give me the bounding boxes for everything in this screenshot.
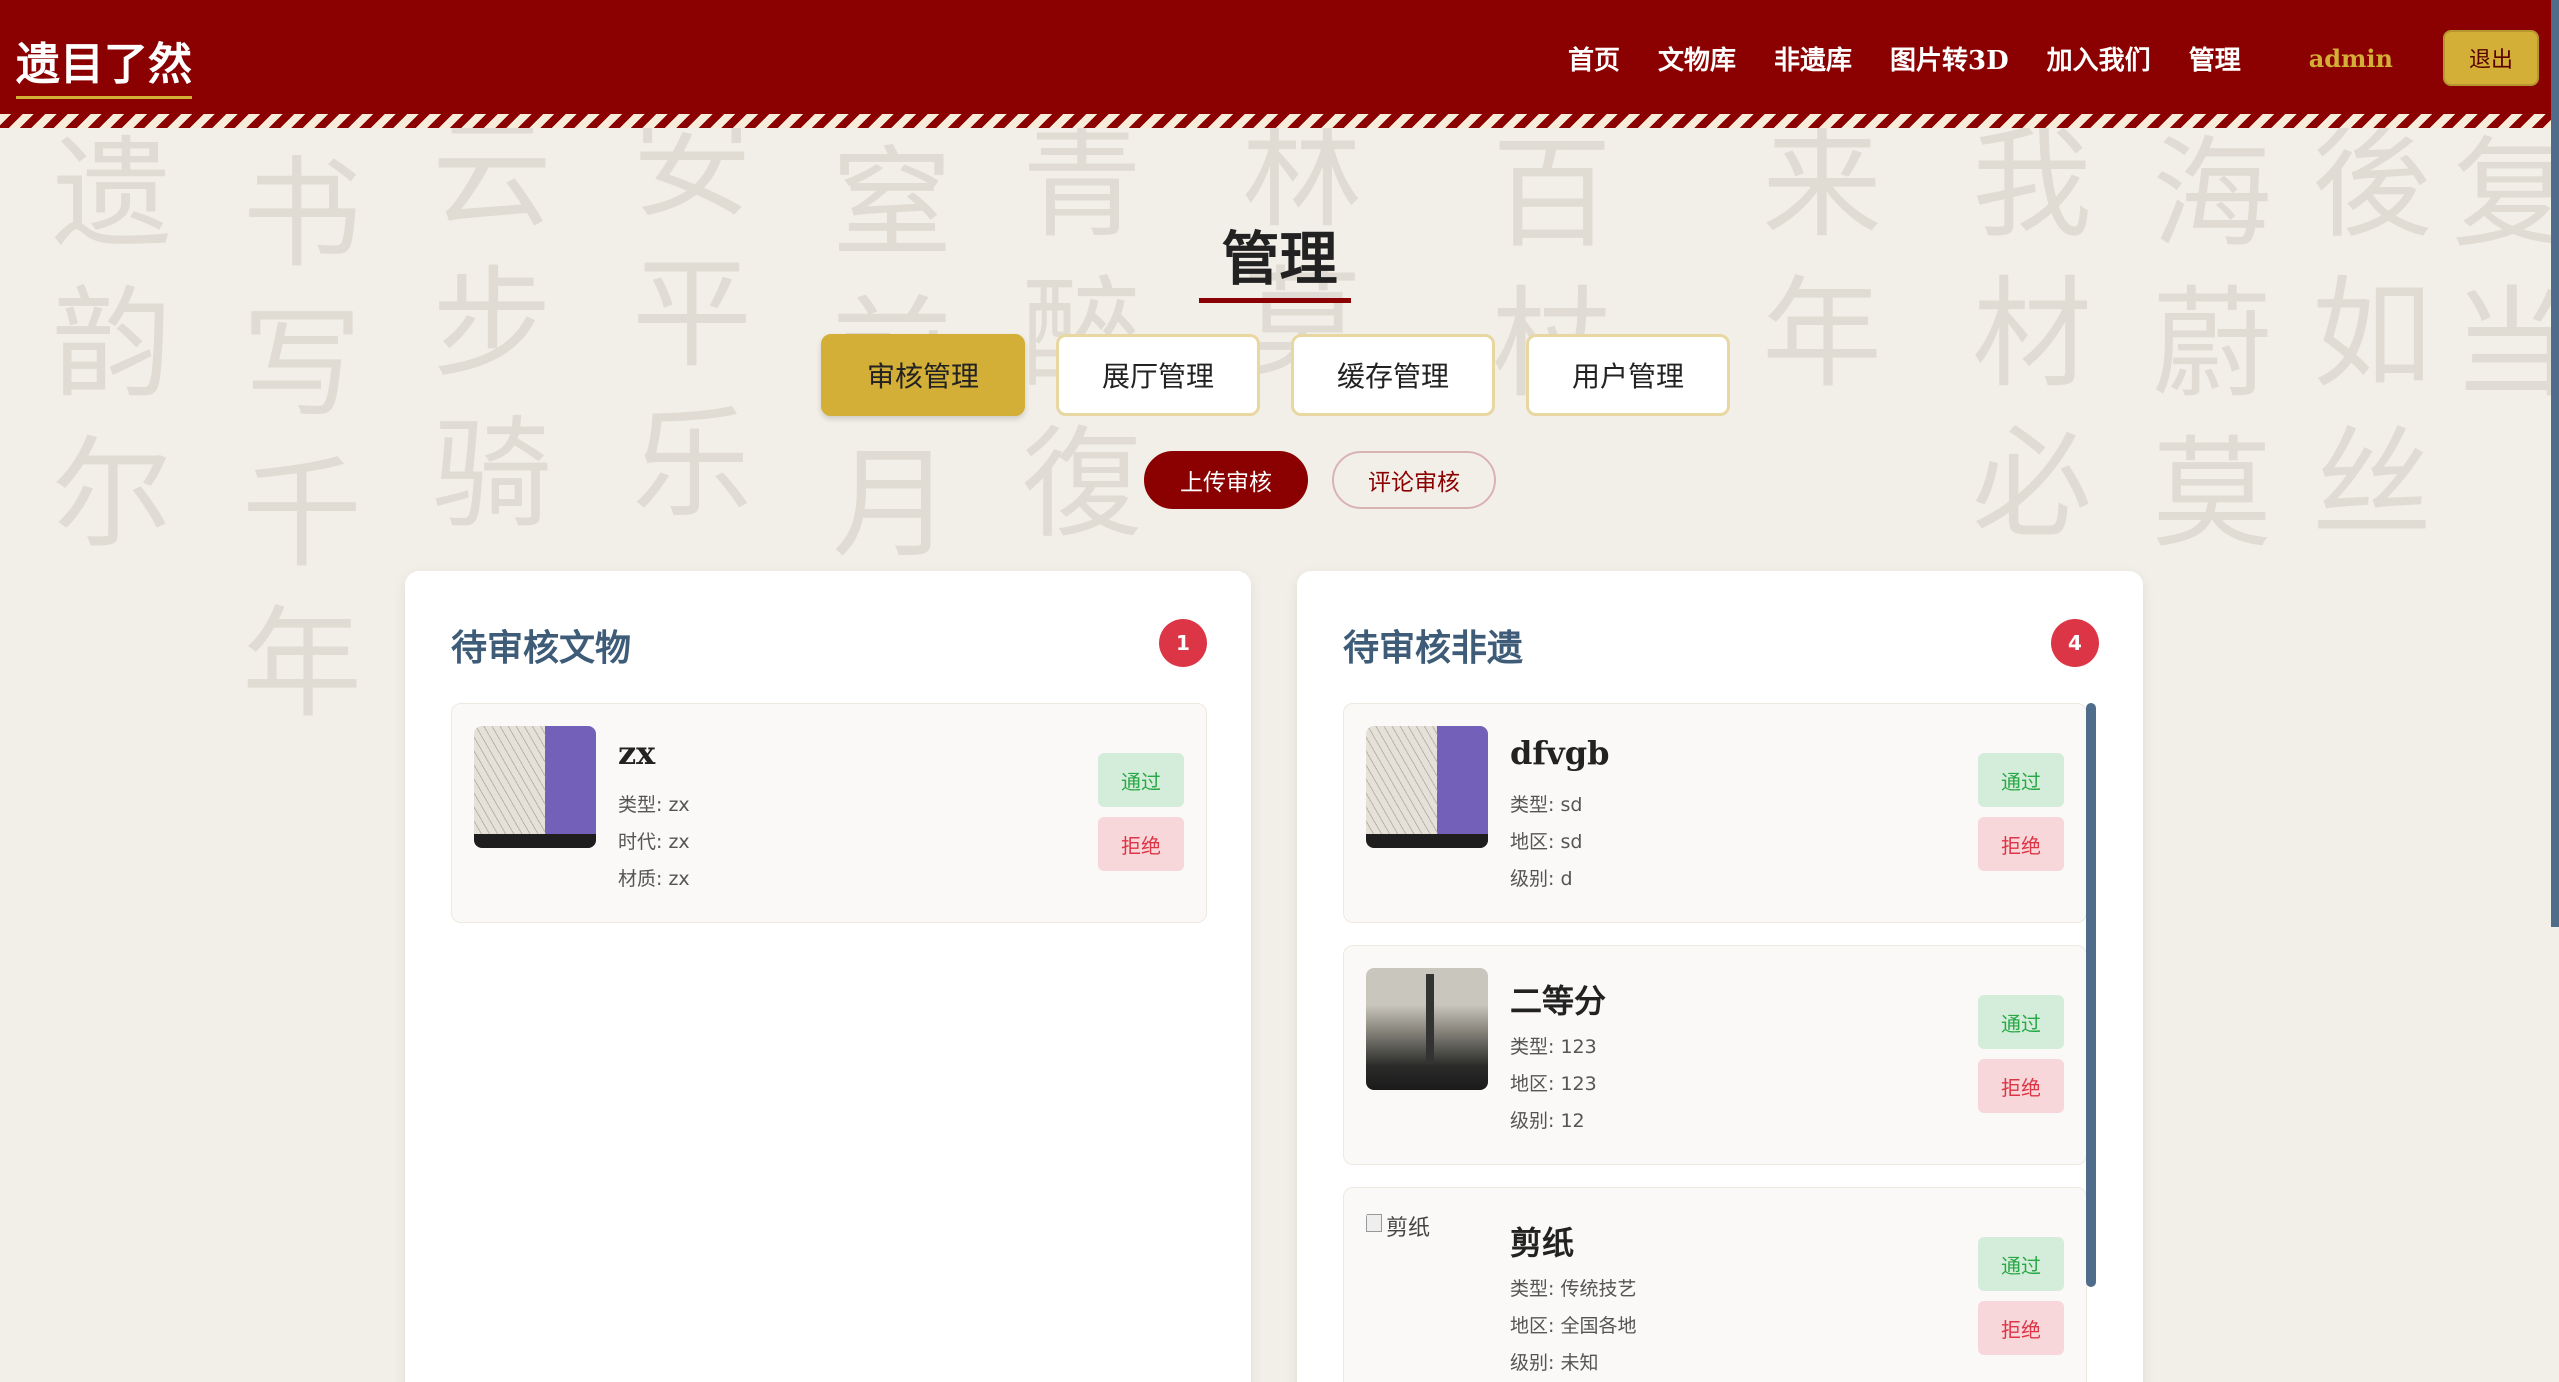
heritage-thumbnail[interactable] bbox=[1366, 726, 1488, 848]
tab-hall-management[interactable]: 展厅管理 bbox=[1056, 334, 1260, 416]
broken-image-icon[interactable]: 剪纸 bbox=[1366, 1210, 1488, 1332]
logout-button[interactable]: 退出 bbox=[2443, 30, 2539, 86]
subtab-comment-review[interactable]: 评论审核 bbox=[1332, 451, 1496, 509]
calligraphy-background: 遗韵尔 书写千年 云步骑 安平乐 窒前月 青醉復 林莫 百杖 来年 我材必 海蔚… bbox=[31, 100, 2559, 750]
list-item: dfvgb 类型: sd 地区: sd 级别: d 通过 拒绝 bbox=[1343, 703, 2087, 923]
count-badge: 4 bbox=[2051, 619, 2099, 667]
item-level: 级别: 12 bbox=[1510, 1110, 1585, 1132]
username-label: admin bbox=[2308, 43, 2393, 73]
reject-button[interactable]: 拒绝 bbox=[1978, 817, 2064, 871]
nav-admin[interactable]: 管理 bbox=[2189, 40, 2241, 77]
item-region: 地区: 123 bbox=[1510, 1073, 1597, 1095]
item-material: 材质: zx bbox=[618, 868, 690, 890]
item-level: 级别: d bbox=[1510, 868, 1573, 890]
nav-heritage-library[interactable]: 非遗库 bbox=[1774, 40, 1852, 77]
item-name: zx bbox=[618, 734, 656, 772]
list-item: 剪纸 剪纸 类型: 传统技艺 地区: 全国各地 级别: 未知 通过 拒绝 bbox=[1343, 1187, 2087, 1382]
subtab-upload-review[interactable]: 上传审核 bbox=[1144, 451, 1308, 509]
nav-image-to-3d[interactable]: 图片转3D bbox=[1890, 40, 2009, 77]
nav-artifact-library[interactable]: 文物库 bbox=[1658, 40, 1736, 77]
broken-image-glyph bbox=[1366, 1214, 1382, 1232]
reject-button[interactable]: 拒绝 bbox=[1978, 1059, 2064, 1113]
list-scrollbar[interactable] bbox=[2086, 703, 2096, 1287]
page-title: 管理 bbox=[1221, 225, 1338, 293]
reject-button[interactable]: 拒绝 bbox=[1098, 817, 1184, 871]
panel-title: 待审核非遗 bbox=[1343, 627, 1524, 669]
item-region: 地区: sd bbox=[1510, 831, 1583, 853]
tab-review-management[interactable]: 审核管理 bbox=[821, 334, 1025, 416]
artifact-thumbnail[interactable] bbox=[474, 726, 596, 848]
item-name: 剪纸 bbox=[1510, 1224, 1575, 1262]
item-era: 时代: zx bbox=[618, 831, 690, 853]
page-scrollbar[interactable] bbox=[2551, 0, 2559, 927]
item-region: 地区: 全国各地 bbox=[1510, 1315, 1637, 1337]
main-tabs: 审核管理 展厅管理 缓存管理 用户管理 bbox=[821, 334, 1730, 416]
image-alt-text: 剪纸 bbox=[1386, 1216, 1431, 1241]
item-type: 类型: sd bbox=[1510, 794, 1583, 816]
nav-join-us[interactable]: 加入我们 bbox=[2047, 40, 2151, 77]
tab-cache-management[interactable]: 缓存管理 bbox=[1291, 334, 1495, 416]
title-underline bbox=[1199, 298, 1351, 303]
approve-button[interactable]: 通过 bbox=[1978, 1237, 2064, 1291]
heritage-thumbnail[interactable] bbox=[1366, 968, 1488, 1090]
list-item: zx 类型: zx 时代: zx 材质: zx 通过 拒绝 bbox=[451, 703, 1207, 923]
artifact-list: zx 类型: zx 时代: zx 材质: zx 通过 拒绝 bbox=[451, 703, 1207, 1382]
item-level: 级别: 未知 bbox=[1510, 1352, 1599, 1374]
header-decorative-stripe bbox=[0, 114, 2559, 128]
item-type: 类型: zx bbox=[618, 794, 690, 816]
main-nav: 首页 文物库 非遗库 图片转3D 加入我们 管理 admin 退出 bbox=[1568, 30, 2559, 86]
count-badge: 1 bbox=[1159, 619, 1207, 667]
reject-button[interactable]: 拒绝 bbox=[1978, 1301, 2064, 1355]
approve-button[interactable]: 通过 bbox=[1098, 753, 1184, 807]
pending-heritage-panel: 待审核非遗 4 dfvgb 类型: sd 地区: sd 级别: d 通过 拒绝 … bbox=[1297, 571, 2143, 1382]
site-logo[interactable]: 遗目了然 bbox=[16, 28, 192, 99]
item-name: 二等分 bbox=[1510, 982, 1607, 1020]
approve-button[interactable]: 通过 bbox=[1978, 995, 2064, 1049]
nav-home[interactable]: 首页 bbox=[1568, 40, 1620, 77]
list-item: 二等分 类型: 123 地区: 123 级别: 12 通过 拒绝 bbox=[1343, 945, 2087, 1165]
approve-button[interactable]: 通过 bbox=[1978, 753, 2064, 807]
item-type: 类型: 123 bbox=[1510, 1036, 1597, 1058]
heritage-list: dfvgb 类型: sd 地区: sd 级别: d 通过 拒绝 二等分 类型: … bbox=[1343, 703, 2099, 1382]
item-name: dfvgb bbox=[1510, 734, 1610, 772]
top-header: 遗目了然 首页 文物库 非遗库 图片转3D 加入我们 管理 admin 退出 bbox=[0, 0, 2559, 128]
panel-title: 待审核文物 bbox=[451, 627, 632, 669]
tab-user-management[interactable]: 用户管理 bbox=[1526, 334, 1730, 416]
sub-tabs: 上传审核 评论审核 bbox=[1144, 451, 1496, 509]
pending-artifacts-panel: 待审核文物 1 zx 类型: zx 时代: zx 材质: zx 通过 拒绝 bbox=[405, 571, 1251, 1382]
item-type: 类型: 传统技艺 bbox=[1510, 1278, 1637, 1300]
